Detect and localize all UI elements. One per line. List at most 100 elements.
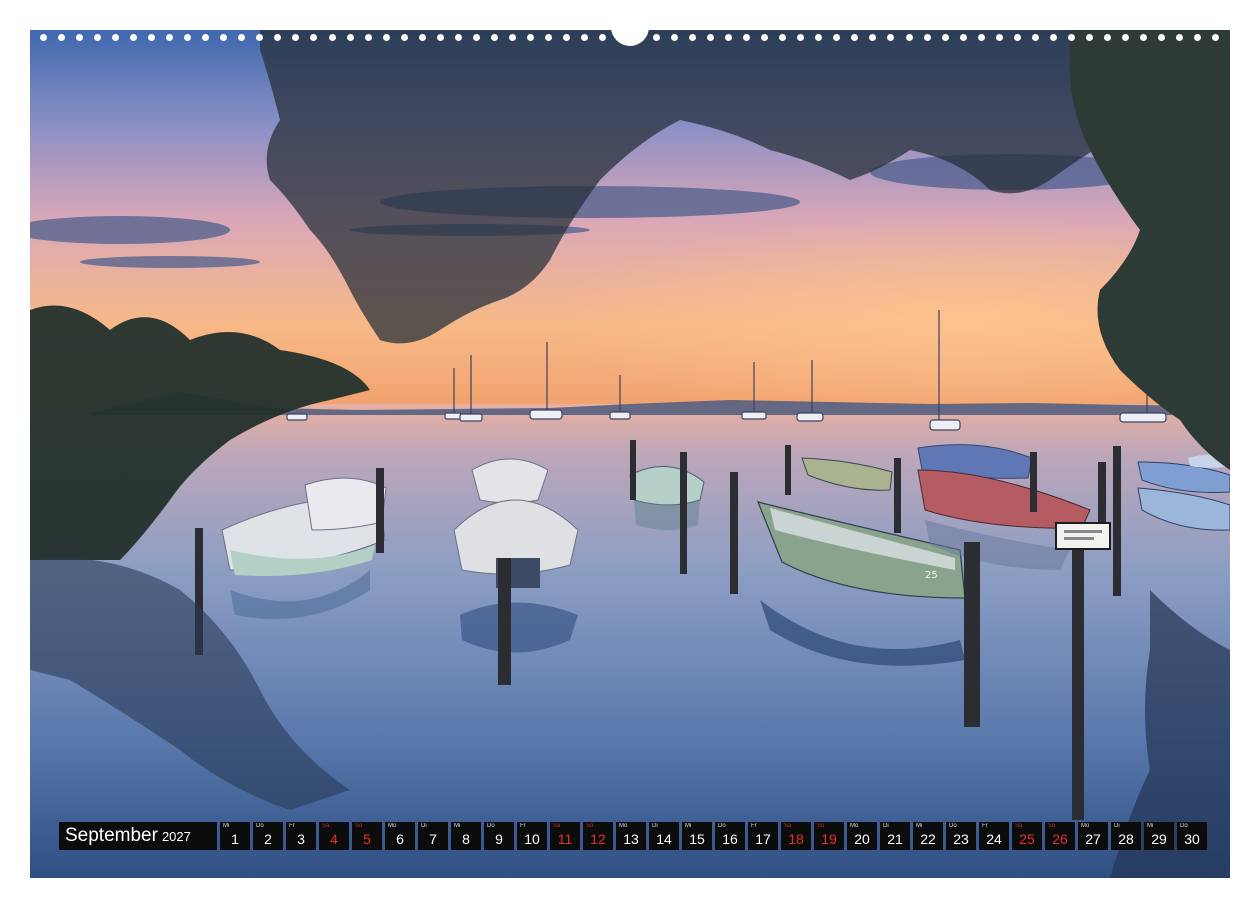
day-number: 18: [788, 831, 804, 847]
weekday-abbrev: Mi: [223, 823, 230, 829]
weekday-abbrev: Sa: [553, 823, 561, 829]
binding-hole: [1085, 33, 1093, 41]
weekday-abbrev: Fr: [289, 823, 295, 829]
day-number: 20: [854, 831, 870, 847]
binding-hole: [1121, 33, 1129, 41]
binding-hole: [1212, 33, 1220, 41]
day-cell: Sa 11: [550, 822, 580, 850]
day-cell: Do 23: [946, 822, 976, 850]
binding-hole: [76, 33, 84, 41]
day-number: 30: [1184, 831, 1200, 847]
day-number: 7: [429, 831, 437, 847]
month-year: 2027: [161, 829, 191, 844]
day-number: 24: [986, 831, 1002, 847]
day-cell: Mi 15: [682, 822, 712, 850]
info-sign: [1055, 522, 1111, 550]
binding-hole: [364, 33, 372, 41]
day-number: 2: [264, 831, 272, 847]
day-number: 1: [231, 831, 239, 847]
day-cell: Mi 29: [1144, 822, 1174, 850]
binding-hole: [1103, 33, 1111, 41]
day-number: 17: [755, 831, 771, 847]
binding-hole: [707, 33, 715, 41]
weekday-abbrev: Mo: [619, 823, 628, 829]
day-cell: Di 14: [649, 822, 679, 850]
binding-hole: [148, 33, 156, 41]
day-number: 13: [623, 831, 639, 847]
day-cell: So 26: [1045, 822, 1075, 850]
binding-hole: [202, 33, 210, 41]
binding-hole: [58, 33, 66, 41]
binding-hole: [400, 33, 408, 41]
day-cell: Sa 18: [781, 822, 811, 850]
binding-hole: [292, 33, 300, 41]
binding-hole: [1157, 33, 1165, 41]
weekday-abbrev: Sa: [784, 823, 792, 829]
binding-hole: [418, 33, 426, 41]
weekday-abbrev: Fr: [751, 823, 757, 829]
day-cell: Do 2: [253, 822, 283, 850]
binding-hole: [436, 33, 444, 41]
day-number: 15: [689, 831, 705, 847]
binding-hole: [779, 33, 787, 41]
binding-hole: [1031, 33, 1039, 41]
binding-hole: [887, 33, 895, 41]
weekday-abbrev: Fr: [982, 823, 988, 829]
day-number: 29: [1151, 831, 1167, 847]
binding-hole: [508, 33, 516, 41]
binding-hole: [130, 33, 138, 41]
weekday-abbrev: Fr: [520, 823, 526, 829]
weekday-abbrev: Do: [949, 823, 957, 829]
binding-hole: [869, 33, 877, 41]
binding-hole: [1049, 33, 1057, 41]
binding-hole: [274, 33, 282, 41]
binding-hole: [238, 33, 246, 41]
binding-hole: [382, 33, 390, 41]
binding-hole: [923, 33, 931, 41]
day-number: 27: [1085, 831, 1101, 847]
binding-hole: [472, 33, 480, 41]
binding-hole: [166, 33, 174, 41]
day-number: 3: [297, 831, 305, 847]
day-cell: Do 16: [715, 822, 745, 850]
weekday-abbrev: Mo: [1081, 823, 1090, 829]
weekday-abbrev: So: [817, 823, 825, 829]
binding-hole: [941, 33, 949, 41]
day-number: 6: [396, 831, 404, 847]
day-cell: So 19: [814, 822, 844, 850]
month-name: September: [65, 825, 158, 846]
binding-hole: [310, 33, 318, 41]
binding-hole: [743, 33, 751, 41]
binding-hole: [977, 33, 985, 41]
day-cells: Mi 1 Do 2 Fr 3 Sa 4 So 5 Mo 6 Di 7 Mi 8 Do 9 Fr 10 Sa 11 So 12 M…: [220, 822, 1207, 850]
day-number: 5: [363, 831, 371, 847]
day-number: 25: [1019, 831, 1035, 847]
day-cell: Di 21: [880, 822, 910, 850]
day-cell: Mo 6: [385, 822, 415, 850]
binding-hole: [725, 33, 733, 41]
day-cell: Do 9: [484, 822, 514, 850]
day-cell: Mo 20: [847, 822, 877, 850]
day-number: 11: [557, 831, 573, 847]
weekday-abbrev: Mo: [850, 823, 859, 829]
binding-hole: [905, 33, 913, 41]
weekday-abbrev: So: [586, 823, 594, 829]
binding-hole: [797, 33, 805, 41]
calendar-photo: 25: [30, 30, 1230, 878]
weekday-abbrev: Di: [421, 823, 427, 829]
day-cell: Mi 8: [451, 822, 481, 850]
day-cell: Fr 24: [979, 822, 1009, 850]
weekday-abbrev: Mi: [454, 823, 461, 829]
binding-hole: [526, 33, 534, 41]
day-cell: Mi 22: [913, 822, 943, 850]
binding-hole: [454, 33, 462, 41]
day-cell: Mo 27: [1078, 822, 1108, 850]
day-cell: Di 7: [418, 822, 448, 850]
day-cell: Do 30: [1177, 822, 1207, 850]
binding-hole: [995, 33, 1003, 41]
day-number: 26: [1052, 831, 1068, 847]
day-cell: Fr 3: [286, 822, 316, 850]
weekday-abbrev: Sa: [322, 823, 330, 829]
binding-hole: [346, 33, 354, 41]
weekday-abbrev: So: [1048, 823, 1056, 829]
